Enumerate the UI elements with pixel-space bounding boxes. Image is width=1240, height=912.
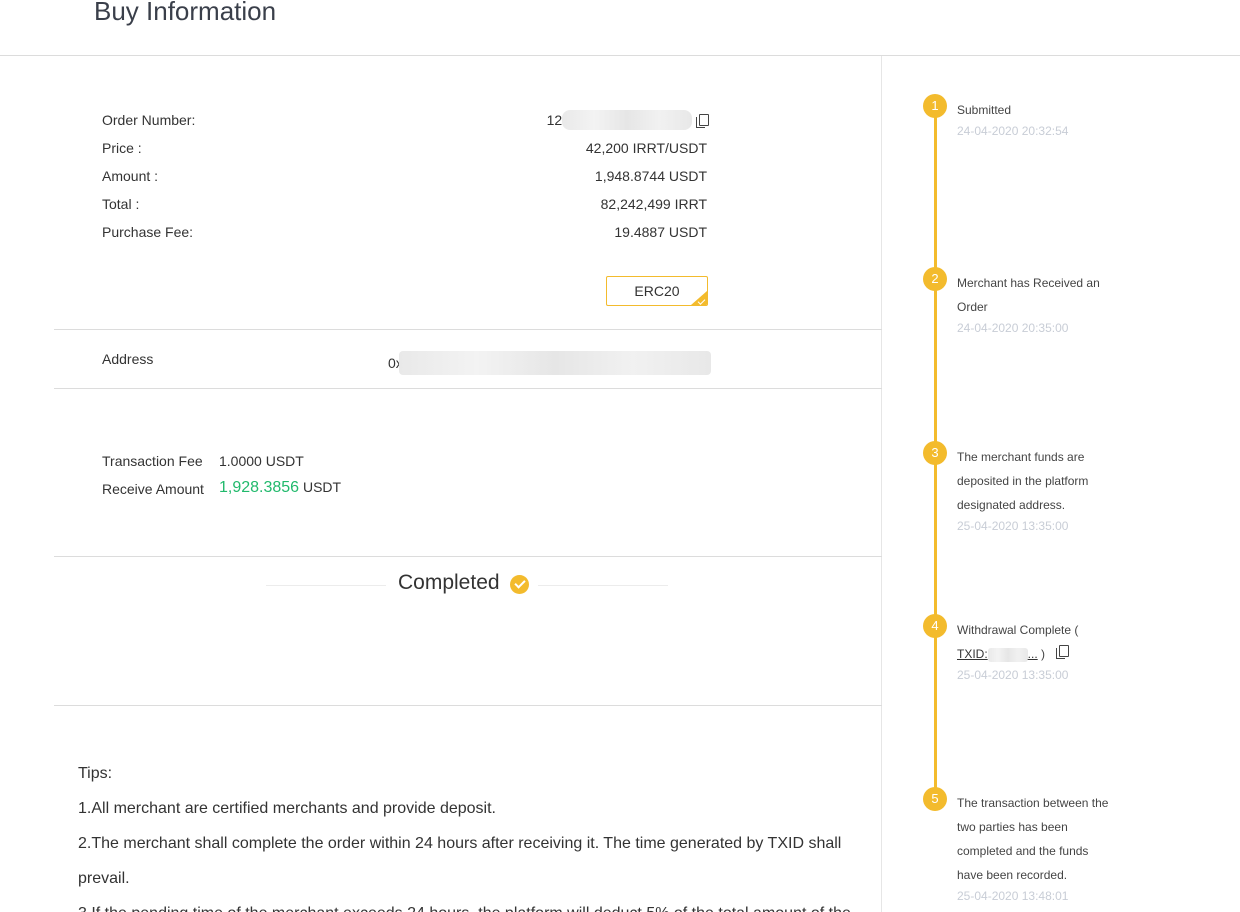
step-number: 4 xyxy=(923,614,947,638)
step-number: 1 xyxy=(923,94,947,118)
amount-value: 1,948.8744 USDT xyxy=(594,168,707,184)
step-title-text: Withdrawal Complete ( xyxy=(957,623,1079,637)
transaction-fee-value: 1.0000 USDT xyxy=(219,453,304,469)
amount-label: Amount : xyxy=(102,168,159,184)
step-title: Submitted xyxy=(957,103,1012,117)
receive-amount-number: 1,928.3856 xyxy=(219,479,300,496)
copy-icon[interactable] xyxy=(696,113,709,128)
txid-suffix: ... xyxy=(1027,647,1038,661)
step-number: 5 xyxy=(923,787,947,811)
price-value: 42,200 IRRT/USDT xyxy=(585,140,707,156)
progress-timeline: 1 Submitted 24-04-2020 20:32:54 2 Mercha… xyxy=(883,56,1240,912)
txid-link[interactable]: TXID:... xyxy=(957,647,1038,662)
txid-redacted xyxy=(987,647,1028,662)
tip-item: 3.If the pending time of the merchant ex… xyxy=(78,896,868,912)
status-line-left xyxy=(266,585,386,586)
step-title: Merchant has Received an Order xyxy=(957,276,1100,314)
address-redacted xyxy=(398,351,711,375)
divider xyxy=(54,388,882,389)
txid-close-paren: ) xyxy=(1041,647,1046,661)
total-value: 82,242,499 IRRT xyxy=(600,196,707,212)
tips-section: Tips: 1.All merchant are certified merch… xyxy=(78,756,868,912)
step-title: The transaction between the two parties … xyxy=(957,796,1109,882)
divider xyxy=(54,705,882,706)
divider xyxy=(54,556,882,557)
order-details-panel: Order Number: 125 Price : 42,200 IRRT/US… xyxy=(0,56,882,912)
price-label: Price : xyxy=(102,140,142,156)
receive-amount-value: 1,928.3856 USDT xyxy=(219,479,341,497)
receive-amount-label: Receive Amount xyxy=(102,481,204,497)
step-title: The merchant funds are deposited in the … xyxy=(957,450,1089,512)
network-tag-erc20[interactable]: ERC20 xyxy=(606,276,708,306)
tips-title: Tips: xyxy=(78,765,113,782)
status-line-right xyxy=(538,585,668,586)
purchase-fee-label: Purchase Fee: xyxy=(102,224,194,240)
page-header: Buy Information xyxy=(0,0,1240,56)
step-time: 25-04-2020 13:35:00 xyxy=(957,519,1069,533)
order-number-redacted xyxy=(562,110,692,130)
status-text: Completed xyxy=(398,571,500,594)
purchase-fee-value: 19.4887 USDT xyxy=(614,224,707,240)
order-number-label: Order Number: xyxy=(102,112,196,128)
step-time: 25-04-2020 13:35:00 xyxy=(957,668,1069,682)
step-number: 3 xyxy=(923,441,947,465)
total-label: Total : xyxy=(102,196,140,212)
step-time: 24-04-2020 20:35:00 xyxy=(957,321,1069,335)
check-circle-icon xyxy=(510,575,529,594)
tip-item: 2.The merchant shall complete the order … xyxy=(78,835,842,887)
step-number: 2 xyxy=(923,267,947,291)
step-time: 24-04-2020 20:32:54 xyxy=(957,124,1069,138)
step-title: Withdrawal Complete ( TXID:... ) xyxy=(957,618,1117,666)
copy-icon[interactable] xyxy=(1056,645,1070,659)
status-banner: Completed xyxy=(266,568,668,602)
address-label: Address xyxy=(102,351,154,367)
order-number-value: 125 xyxy=(547,110,709,130)
txid-label: TXID: xyxy=(957,647,988,661)
transaction-fee-label: Transaction Fee xyxy=(102,453,203,469)
receive-amount-unit: USDT xyxy=(302,479,342,495)
network-tag-label: ERC20 xyxy=(634,283,680,299)
tip-item: 1.All merchant are certified merchants a… xyxy=(78,800,496,817)
page-title: Buy Information xyxy=(94,0,277,26)
address-value: 0x xyxy=(388,351,711,375)
divider xyxy=(54,329,882,330)
step-time: 25-04-2020 13:48:01 xyxy=(957,889,1069,903)
